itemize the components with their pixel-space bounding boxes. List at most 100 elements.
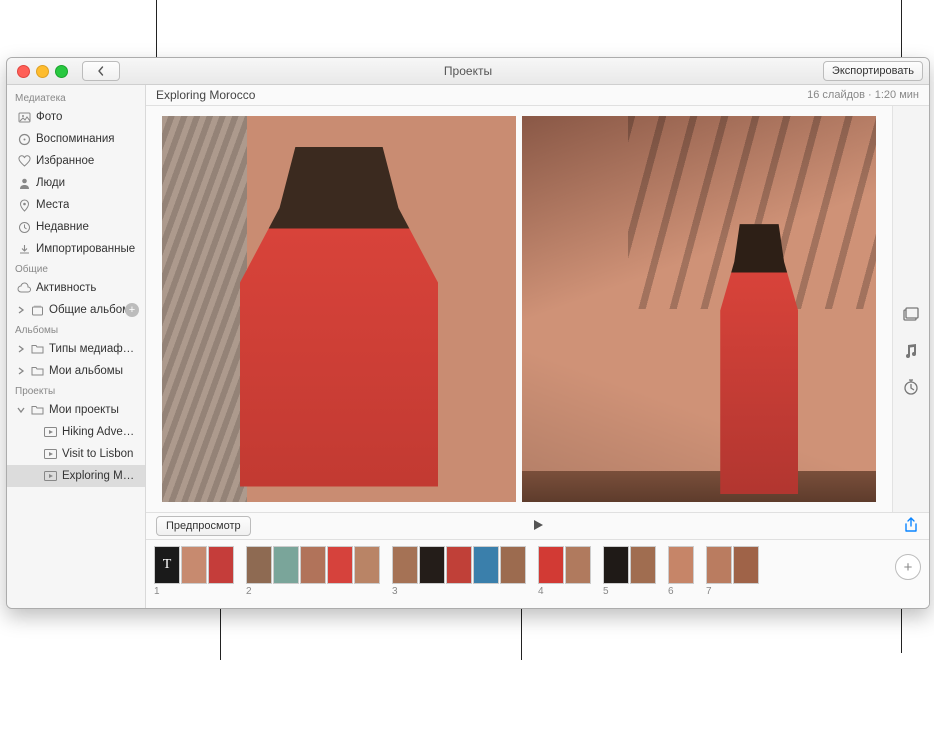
sidebar-item-people[interactable]: Люди [7, 172, 145, 194]
theme-icon [902, 306, 920, 324]
chevron-right-icon [17, 306, 25, 314]
stopwatch-icon [902, 378, 920, 396]
filmstrip: T 1 2 [146, 539, 929, 608]
sidebar-item-favorites[interactable]: Избранное [7, 150, 145, 172]
share-button[interactable] [903, 517, 919, 536]
export-button[interactable]: Экспортировать [823, 61, 923, 81]
chevron-right-icon [17, 345, 25, 353]
sidebar-item-recent[interactable]: Недавние [7, 216, 145, 238]
filmstrip-number: 2 [246, 586, 380, 597]
sidebar-item-places[interactable]: Места [7, 194, 145, 216]
play-icon [531, 518, 545, 532]
pin-icon [17, 198, 31, 212]
share-icon [903, 517, 919, 533]
folder-icon [30, 342, 44, 356]
filmstrip-thumb[interactable] [300, 546, 326, 584]
filmstrip-thumb[interactable] [354, 546, 380, 584]
sidebar-item-label: Visit to Lisbon [62, 448, 133, 460]
sidebar-item-label: Недавние [36, 221, 89, 233]
slideshow-icon [43, 469, 57, 483]
window-controls [17, 65, 68, 78]
chevron-left-icon [96, 66, 106, 76]
filmstrip-thumb[interactable]: T [154, 546, 180, 584]
filmstrip-thumb[interactable] [446, 546, 472, 584]
folder-icon [30, 364, 44, 378]
theme-button[interactable] [902, 306, 920, 324]
filmstrip-thumb[interactable] [473, 546, 499, 584]
sidebar-item-label: Люди [36, 177, 65, 189]
folder-icon [30, 403, 44, 417]
filmstrip-thumb[interactable] [246, 546, 272, 584]
controls-row: Предпросмотр [146, 512, 929, 539]
preview-stage [146, 106, 892, 512]
filmstrip-group-6[interactable]: 6 [668, 546, 694, 597]
minimize-window-button[interactable] [36, 65, 49, 78]
slideshow-icon [43, 425, 57, 439]
filmstrip-number: 7 [706, 586, 759, 597]
preview-button[interactable]: Предпросмотр [156, 516, 251, 536]
memories-icon [17, 132, 31, 146]
slide-image-left[interactable] [162, 116, 516, 502]
sidebar-item-photos[interactable]: Фото [7, 106, 145, 128]
sidebar-item-imported[interactable]: Импортированные [7, 238, 145, 260]
filmstrip-group-1[interactable]: T 1 [154, 546, 234, 597]
window-title: Проекты [7, 64, 929, 78]
shared-album-icon [30, 303, 44, 317]
filmstrip-thumb[interactable] [273, 546, 299, 584]
plus-icon: + [904, 559, 913, 576]
sidebar-item-my-projects[interactable]: Мои проекты [7, 399, 145, 421]
filmstrip-number: 4 [538, 586, 591, 597]
filmstrip-thumb[interactable] [565, 546, 591, 584]
close-window-button[interactable] [17, 65, 30, 78]
sidebar-item-project-3[interactable]: Exploring Moroc… [7, 465, 145, 487]
slide-image-right[interactable] [522, 116, 876, 502]
project-title: Exploring Morocco [156, 88, 255, 102]
project-header: Exploring Morocco 16 слайдов · 1:20 мин [146, 85, 929, 106]
filmstrip-thumb[interactable] [500, 546, 526, 584]
sidebar-item-memories[interactable]: Воспоминания [7, 128, 145, 150]
sidebar-item-shared-albums[interactable]: Общие альбомы + [7, 299, 145, 321]
duration-button[interactable] [902, 378, 920, 396]
sidebar-item-label: Воспоминания [36, 133, 115, 145]
sidebar-item-my-albums[interactable]: Мои альбомы [7, 360, 145, 382]
filmstrip-number: 6 [668, 586, 694, 597]
filmstrip-thumb[interactable] [706, 546, 732, 584]
sidebar-section-shared: Общие [7, 260, 145, 277]
filmstrip-thumb[interactable] [733, 546, 759, 584]
sidebar-item-label: Мои альбомы [49, 365, 123, 377]
import-icon [17, 242, 31, 256]
music-button[interactable] [902, 342, 920, 360]
sidebar-item-project-2[interactable]: Visit to Lisbon [7, 443, 145, 465]
add-shared-album-button[interactable]: + [125, 303, 139, 317]
filmstrip-thumb[interactable] [181, 546, 207, 584]
add-slide-button[interactable]: + [895, 554, 921, 580]
sidebar-section-library: Медиатека [7, 89, 145, 106]
sidebar-section-albums: Альбомы [7, 321, 145, 338]
sidebar-section-projects: Проекты [7, 382, 145, 399]
zoom-window-button[interactable] [55, 65, 68, 78]
filmstrip-group-3[interactable]: 3 [392, 546, 526, 597]
sidebar-item-media-types[interactable]: Типы медиафайлов [7, 338, 145, 360]
sidebar: Медиатека Фото Воспоминания Избранное Лю… [7, 85, 146, 608]
filmstrip-group-7[interactable]: 7 [706, 546, 759, 597]
filmstrip-group-4[interactable]: 4 [538, 546, 591, 597]
filmstrip-group-2[interactable]: 2 [246, 546, 380, 597]
right-toolbar [892, 106, 929, 512]
sidebar-item-project-1[interactable]: Hiking Adventure [7, 421, 145, 443]
play-button[interactable] [531, 518, 545, 535]
filmstrip-group-5[interactable]: 5 [603, 546, 656, 597]
filmstrip-thumb[interactable] [603, 546, 629, 584]
filmstrip-thumb[interactable] [538, 546, 564, 584]
filmstrip-thumb[interactable] [668, 546, 694, 584]
sidebar-item-activity[interactable]: Активность [7, 277, 145, 299]
filmstrip-thumb[interactable] [327, 546, 353, 584]
filmstrip-thumb[interactable] [208, 546, 234, 584]
sidebar-item-label: Фото [36, 111, 62, 123]
sidebar-item-label: Импортированные [36, 243, 135, 255]
back-button[interactable] [82, 61, 120, 81]
filmstrip-thumb[interactable] [419, 546, 445, 584]
filmstrip-thumb[interactable] [392, 546, 418, 584]
preview-button-label: Предпросмотр [166, 520, 241, 532]
sidebar-item-label: Избранное [36, 155, 94, 167]
filmstrip-thumb[interactable] [630, 546, 656, 584]
